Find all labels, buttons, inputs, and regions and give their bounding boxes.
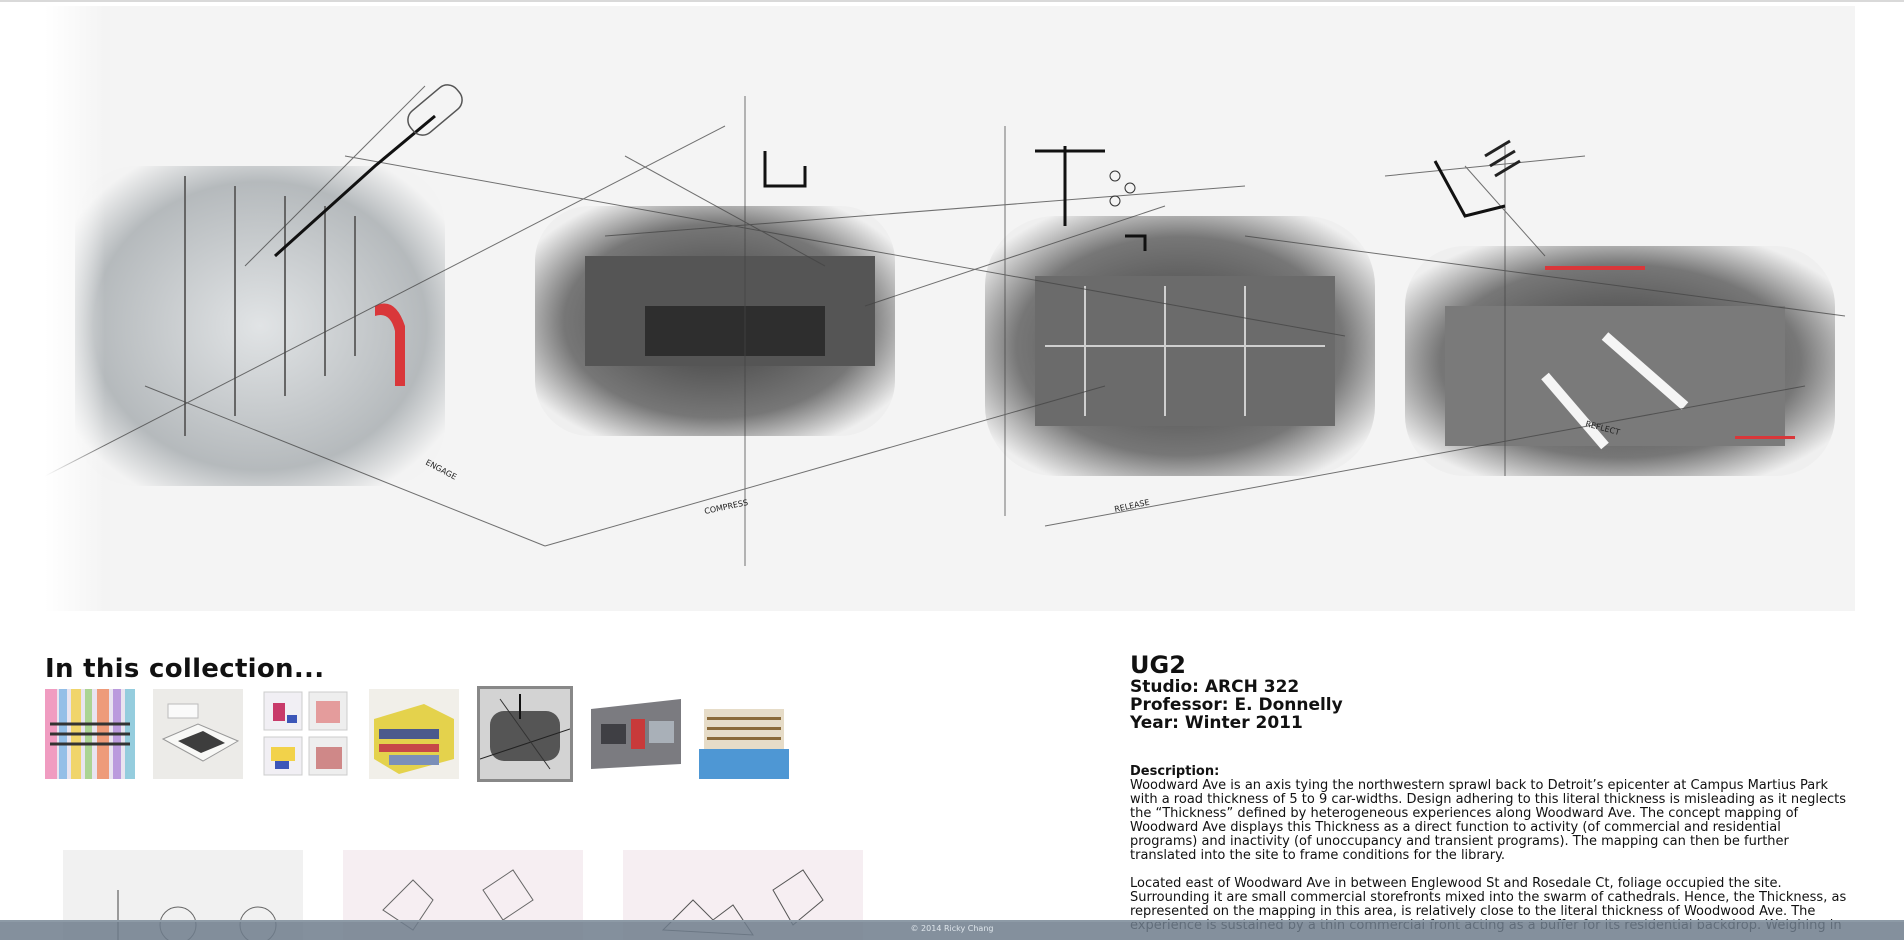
project-title: UG2 (1130, 651, 1186, 679)
thumb-3-image (261, 689, 351, 779)
thumb-2-image (153, 689, 243, 779)
thumb-5-image (480, 689, 570, 779)
collection-thumbnail-3[interactable] (261, 689, 351, 779)
collection-thumbnail-7[interactable] (699, 689, 789, 779)
collection-thumbnail-5-selected[interactable] (477, 686, 573, 782)
collection-thumbnail-4[interactable] (369, 689, 459, 779)
hero-drawing: ENGAGE COMPRESS RELEASE REFLECT (45, 6, 1855, 611)
footer-bar: © 2014 Ricky Chang (0, 920, 1904, 940)
collection-thumbnail-1[interactable] (45, 689, 135, 779)
top-rule (0, 0, 1904, 2)
description-paragraph-1: Woodward Ave is an axis tying the northw… (1130, 778, 1847, 863)
hero-image[interactable]: ENGAGE COMPRESS RELEASE REFLECT (45, 6, 1855, 611)
collection-thumbnail-6[interactable] (591, 689, 681, 779)
collection-thumbnail-2[interactable] (153, 689, 243, 779)
thumb-4-image (369, 689, 459, 779)
project-studio: Studio: ARCH 322 (1130, 677, 1300, 697)
thumb-6-image (591, 689, 681, 779)
project-year: Year: Winter 2011 (1130, 713, 1303, 733)
footer-copyright: © 2014 Ricky Chang (910, 924, 994, 933)
collection-thumbnails (45, 686, 789, 782)
collection-heading: In this collection... (45, 654, 325, 684)
project-info: UG2 Studio: ARCH 322 Professor: E. Donne… (1130, 652, 1852, 933)
thumb-7-image (699, 689, 789, 779)
description-label: Description: (1130, 764, 1220, 779)
project-professor: Professor: E. Donnelly (1130, 695, 1343, 715)
thumb-1-image (45, 689, 135, 779)
